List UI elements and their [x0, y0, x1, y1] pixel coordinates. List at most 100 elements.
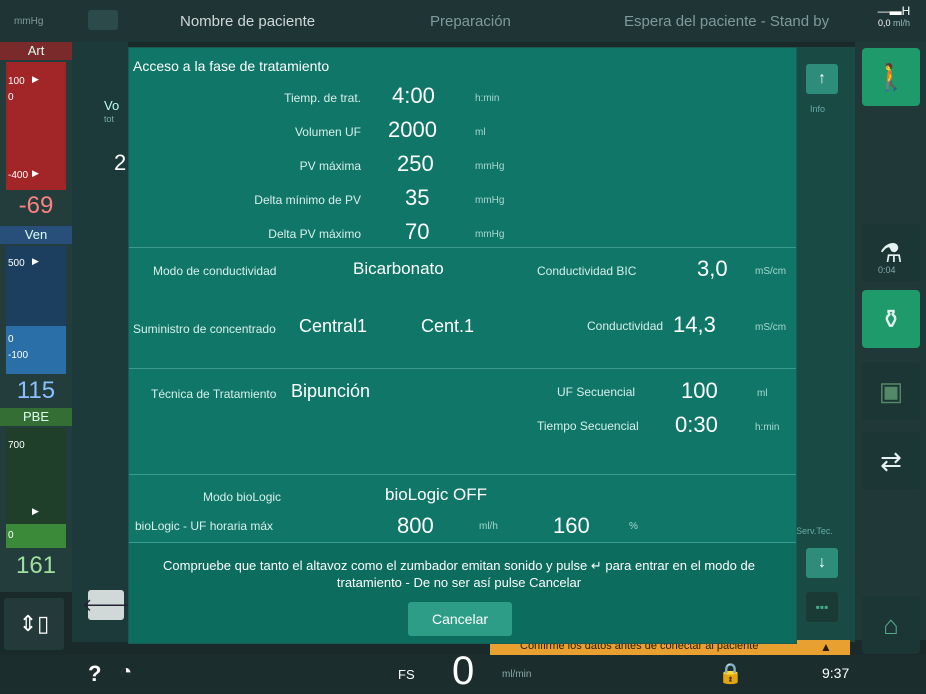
card-icon [88, 10, 118, 30]
technique-label: Técnica de Tratamiento [151, 387, 277, 401]
phase-label: Preparación [430, 12, 511, 30]
time-seq-label: Tiempo Secuencial [537, 419, 639, 433]
confirm-message: Compruebe que tanto el altavoz como el z… [163, 558, 755, 590]
param-unit: ml [475, 127, 486, 138]
param-label: Tiemp. de trat. [284, 91, 361, 105]
bic-label: Conductividad BIC [537, 264, 637, 278]
divider [129, 368, 796, 369]
ven-value: 115 [16, 377, 56, 404]
param-value[interactable]: 35 [405, 185, 429, 211]
pressure-unit: mmHg [14, 15, 44, 27]
cond-mode-label: Modo de conductividad [153, 264, 277, 278]
patient-name[interactable]: Nombre de paciente [180, 0, 315, 42]
time-seq-unit: h:min [755, 422, 780, 433]
ven-label: Ven [0, 226, 72, 244]
conductivity-value[interactable]: 14,3 [673, 312, 716, 338]
ven-top-marker: ▶ [32, 256, 39, 266]
pbe-gauge[interactable]: 700 0 ▶ [6, 428, 66, 548]
help-button[interactable]: ? [88, 661, 101, 687]
behind-vol-value: 2 [114, 150, 127, 175]
biologic-uf-unit: ml/h [479, 521, 498, 532]
network-icon: ▪▪▪ [806, 592, 838, 622]
biologic-uf-value[interactable]: 800 [397, 513, 434, 539]
transfer-button[interactable]: ⇄ [862, 432, 920, 490]
pbe-zero: 0 [8, 530, 14, 541]
biologic-uf-label: bioLogic - UF horaria máx [135, 519, 274, 533]
param-label: Volumen UF [294, 125, 361, 139]
timer-label: 0:04 [878, 265, 896, 275]
param-value[interactable]: 70 [405, 219, 429, 245]
info-label: Info [810, 104, 826, 114]
background-area [72, 42, 128, 642]
ven-low: -100 [8, 350, 29, 361]
lock-icon[interactable]: 🔒 [718, 661, 743, 686]
patient-connect-button[interactable]: 🚶 [862, 48, 920, 106]
notice-up-icon: ▲ [820, 640, 832, 654]
param-value[interactable]: 250 [397, 151, 434, 177]
home-button[interactable]: ⌂ [862, 596, 920, 654]
art-top-marker: ▶ [32, 74, 39, 84]
art-top: 100 [8, 76, 25, 87]
cond-mode-value[interactable]: Bicarbonato [353, 259, 444, 279]
pbe-label: PBE [0, 408, 72, 426]
supply-value[interactable]: Central1 [299, 316, 367, 337]
time-seq-value[interactable]: 0:30 [675, 412, 718, 438]
art-gauge[interactable]: 100 ▶ 0 -400 ▶ [6, 62, 66, 190]
param-unit: mmHg [475, 229, 505, 240]
ven-gauge[interactable]: 500 ▶ 0 -100 [6, 246, 66, 374]
art-low: -400 [8, 170, 29, 181]
param-label: Delta PV máximo [268, 227, 361, 241]
conductivity-unit: mS/cm [755, 322, 787, 333]
pbe-marker: ▶ [32, 506, 39, 516]
biologic-pct-value[interactable]: 160 [553, 513, 590, 539]
back-arrow-button[interactable]: 🡐 [82, 590, 130, 620]
uf-rate-unit: ml/h [893, 18, 911, 28]
serv-tec-label: Serv.Tec. [796, 526, 833, 536]
ven-zero: 0 [8, 334, 14, 345]
pbe-value: 161 [15, 552, 57, 579]
fs-unit: ml/min [502, 669, 532, 680]
art-zero: 0 [8, 92, 14, 103]
param-unit: mmHg [475, 161, 505, 172]
clock-icon[interactable]: ◔ [120, 661, 132, 684]
param-label: Delta mínimo de PV [254, 193, 361, 207]
art-label: Art [0, 42, 72, 60]
uf-rate-display: —▬H 0,0 ml/h [877, 4, 911, 28]
scroll-down-button[interactable]: ↓ [806, 548, 838, 578]
uf-rate-value: 0,0 [877, 18, 891, 28]
pbe-top: 700 [8, 440, 25, 451]
dialog-title: Acceso a la fase de tratamiento [133, 58, 330, 74]
supply-label: Suministro de concentrado [133, 322, 276, 336]
time-display: 9:37 [822, 665, 850, 681]
conductivity-label: Conductividad [587, 319, 664, 333]
uf-seq-unit: ml [757, 388, 768, 399]
infusion-button[interactable]: ▣ [862, 362, 920, 420]
divider [129, 247, 796, 248]
param-value[interactable]: 2000 [388, 117, 437, 143]
biologic-label: Modo bioLogic [203, 490, 282, 504]
biologic-value[interactable]: bioLogic OFF [385, 485, 487, 505]
status-label: Espera del paciente - Stand by [624, 12, 830, 30]
supply-value-2: Cent.1 [421, 316, 475, 336]
param-unit: h:min [475, 93, 500, 104]
bic-value[interactable]: 3,0 [697, 256, 728, 282]
cancel-button[interactable]: Cancelar [408, 602, 512, 636]
uf-seq-label: UF Secuencial [557, 385, 636, 399]
treatment-phase-dialog: Acceso a la fase de tratamiento Tiemp. d… [128, 47, 797, 644]
biologic-pct-unit: % [629, 521, 638, 532]
param-value[interactable]: 4:00 [392, 83, 435, 109]
param-label: PV máxima [299, 159, 361, 173]
param-unit: mmHg [475, 195, 505, 206]
sort-arrows-button[interactable]: ⇕▯ [4, 598, 64, 650]
bottom-bar: ? ◔ FS 0 ml/min 🔒 9:37 [0, 649, 926, 693]
uf-seq-value[interactable]: 100 [681, 378, 718, 404]
filter-button[interactable]: ⚱ [862, 290, 920, 348]
bic-unit: mS/cm [755, 266, 787, 277]
ven-top: 500 [8, 258, 25, 269]
pbe-range-bar [6, 524, 66, 548]
fs-value: 0 [452, 649, 475, 693]
top-bar: mmHg Nombre de paciente Preparación Espe… [0, 0, 926, 42]
art-value: -69 [18, 192, 54, 219]
scroll-up-button[interactable]: ↑ [806, 64, 838, 94]
technique-value[interactable]: Bipunción [291, 381, 370, 402]
